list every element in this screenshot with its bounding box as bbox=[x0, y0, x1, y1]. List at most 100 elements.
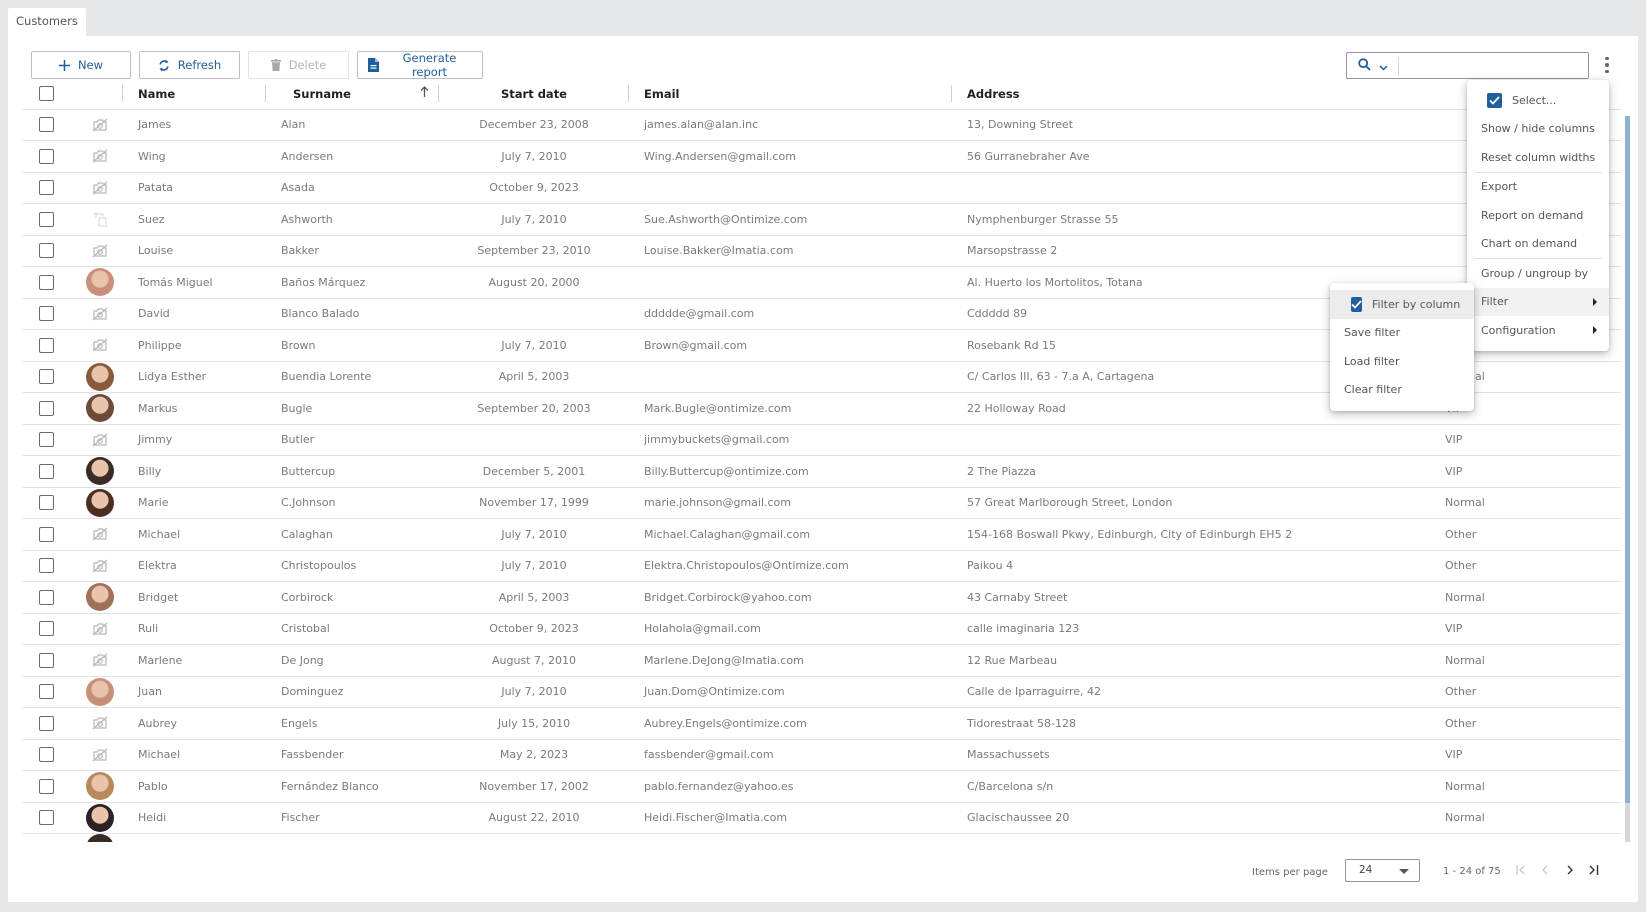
row-checkbox[interactable] bbox=[38, 211, 54, 227]
document-icon bbox=[368, 58, 379, 72]
row-checkbox[interactable] bbox=[38, 369, 54, 385]
email-cell: Bridget.Corbirock@yahoo.com bbox=[629, 581, 952, 614]
menu-item-filter[interactable]: Filter bbox=[1467, 287, 1609, 316]
last-page-button[interactable] bbox=[1585, 862, 1601, 878]
header-surname[interactable]: Surname bbox=[266, 79, 439, 110]
table-row[interactable]: Suez Ashworth July 7, 2010 Sue.Ashworth@… bbox=[23, 203, 1621, 236]
no-photo-icon bbox=[86, 520, 114, 548]
row-checkbox[interactable] bbox=[38, 463, 54, 479]
table-row[interactable]: Wing Andersen July 7, 2010 Wing.Andersen… bbox=[23, 140, 1621, 173]
select-all-checkbox[interactable] bbox=[38, 86, 54, 102]
submenu-item-filter-by-column[interactable]: Filter by column bbox=[1330, 290, 1474, 319]
row-select-cell bbox=[23, 235, 69, 267]
table-row[interactable]: Michael Fassbender May 2, 2023 fassbende… bbox=[23, 739, 1621, 771]
menu-item-configuration[interactable]: Configuration bbox=[1467, 316, 1609, 345]
start-date-cell: September 20, 2003 bbox=[439, 392, 629, 425]
header-start-date[interactable]: Start date bbox=[439, 79, 629, 110]
photo-cell bbox=[69, 770, 123, 803]
row-checkbox[interactable] bbox=[38, 274, 54, 290]
tab-customers[interactable]: Customers bbox=[8, 8, 86, 36]
delete-button[interactable]: Delete bbox=[248, 51, 349, 79]
menu-item-chart-on-demand[interactable]: Chart on demand bbox=[1467, 230, 1609, 259]
table-row[interactable]: Aubrey Engels July 15, 2010 Aubrey.Engel… bbox=[23, 707, 1621, 740]
row-checkbox[interactable] bbox=[38, 306, 54, 322]
quickfilter bbox=[1346, 52, 1589, 79]
submenu-item-clear-filter[interactable]: Clear filter bbox=[1330, 376, 1474, 405]
quickfilter-options[interactable] bbox=[1347, 56, 1399, 75]
table-row[interactable]: Patata Asada October 9, 2023 bbox=[23, 172, 1621, 204]
table-row[interactable]: Bridget Corbirock April 5, 2003 Bridget.… bbox=[23, 581, 1621, 614]
table-row[interactable]: Heidi Fischer August 22, 2010 Heidi.Fisc… bbox=[23, 802, 1621, 834]
start-date-cell: July 7, 2010 bbox=[439, 518, 629, 551]
row-checkbox[interactable] bbox=[38, 432, 54, 448]
row-checkbox[interactable] bbox=[38, 747, 54, 763]
table-row[interactable]: Louise Bakker September 23, 2010 Louise.… bbox=[23, 235, 1621, 267]
more-vert-icon-dot bbox=[1605, 56, 1609, 61]
table-row[interactable]: Ruli Cristobal October 9, 2023 Holahola@… bbox=[23, 613, 1621, 645]
header-name[interactable]: Name bbox=[123, 79, 266, 110]
new-button[interactable]: New bbox=[31, 51, 131, 79]
table-row[interactable]: Marlene De Jong August 7, 2010 Marlene.D… bbox=[23, 644, 1621, 677]
table-row[interactable]: Billy Buttercup December 5, 2001 Billy.B… bbox=[23, 455, 1621, 488]
next-page-button[interactable] bbox=[1561, 862, 1577, 878]
header-email[interactable]: Email bbox=[629, 79, 952, 110]
type-cell: Other bbox=[1428, 550, 1621, 582]
row-checkbox[interactable] bbox=[38, 117, 54, 133]
table-menu-button[interactable] bbox=[1600, 54, 1614, 76]
row-checkbox[interactable] bbox=[38, 526, 54, 542]
type-cell: Normal bbox=[1428, 487, 1621, 519]
surname-cell: Bugle bbox=[266, 392, 439, 425]
search-input[interactable] bbox=[1399, 53, 1588, 78]
no-photo-icon bbox=[86, 331, 114, 359]
row-checkbox[interactable] bbox=[38, 243, 54, 259]
menu-item-show-hide-columns[interactable]: Show / hide columns bbox=[1467, 115, 1609, 144]
page-size-select[interactable]: 24 bbox=[1345, 859, 1420, 882]
generate-report-button[interactable]: Generate report bbox=[357, 51, 483, 79]
row-checkbox[interactable] bbox=[38, 778, 54, 794]
table-row[interactable]: Juan Dominguez July 7, 2010 Juan.Dom@Ont… bbox=[23, 676, 1621, 708]
first-page-button[interactable] bbox=[1513, 862, 1529, 878]
surname-cell: Brown bbox=[266, 329, 439, 362]
row-select-cell bbox=[23, 329, 69, 362]
email-cell bbox=[629, 266, 952, 299]
row-checkbox[interactable] bbox=[38, 621, 54, 637]
row-checkbox[interactable] bbox=[38, 684, 54, 700]
submenu-item-save-filter[interactable]: Save filter bbox=[1330, 319, 1474, 348]
table-row[interactable]: James Alan December 23, 2008 james.alan@… bbox=[23, 109, 1621, 141]
vertical-scrollbar-thumb[interactable] bbox=[1625, 116, 1630, 803]
row-checkbox[interactable] bbox=[38, 589, 54, 605]
menu-item-select[interactable]: Select... bbox=[1467, 86, 1609, 115]
type-cell: VIP bbox=[1428, 613, 1621, 645]
row-select-cell bbox=[23, 361, 69, 393]
photo-cell bbox=[69, 676, 123, 708]
row-checkbox[interactable] bbox=[38, 180, 54, 196]
header-address[interactable]: Address bbox=[952, 79, 1428, 110]
row-checkbox[interactable] bbox=[38, 495, 54, 511]
row-checkbox[interactable] bbox=[38, 400, 54, 416]
row-checkbox[interactable] bbox=[38, 558, 54, 574]
refresh-button[interactable]: Refresh bbox=[139, 51, 240, 79]
menu-item-export[interactable]: Export bbox=[1467, 173, 1609, 202]
refresh-button-label: Refresh bbox=[177, 58, 222, 72]
table-row[interactable]: Marie C.Johnson November 17, 1999 marie.… bbox=[23, 487, 1621, 519]
table-row[interactable]: Elektra Christopoulos July 7, 2010 Elekt… bbox=[23, 550, 1621, 582]
row-checkbox[interactable] bbox=[38, 148, 54, 164]
previous-page-button[interactable] bbox=[1537, 862, 1553, 878]
table-row[interactable]: Jimmy Butler jimmybuckets@gmail.com VIP bbox=[23, 424, 1621, 456]
menu-item-report-on-demand[interactable]: Report on demand bbox=[1467, 201, 1609, 230]
menu-item-group-ungroup-by[interactable]: Group / ungroup by bbox=[1467, 259, 1609, 288]
photo-cell bbox=[69, 455, 123, 488]
row-select-cell bbox=[23, 203, 69, 236]
row-checkbox[interactable] bbox=[38, 810, 54, 826]
row-select-cell bbox=[23, 770, 69, 803]
email-cell bbox=[629, 361, 952, 393]
submenu-item-load-filter[interactable]: Load filter bbox=[1330, 347, 1474, 376]
table-row[interactable]: Pablo Fernández Blanco November 17, 2002… bbox=[23, 770, 1621, 803]
table-row[interactable]: Michael Calaghan July 7, 2010 Michael.Ca… bbox=[23, 518, 1621, 551]
row-checkbox[interactable] bbox=[38, 715, 54, 731]
row-checkbox[interactable] bbox=[38, 337, 54, 353]
menu-item-reset-column-widths[interactable]: Reset column widths bbox=[1467, 143, 1609, 172]
email-cell: Juan.Dom@Ontimize.com bbox=[629, 676, 952, 708]
last-page-icon bbox=[1589, 865, 1598, 875]
row-checkbox[interactable] bbox=[38, 652, 54, 668]
